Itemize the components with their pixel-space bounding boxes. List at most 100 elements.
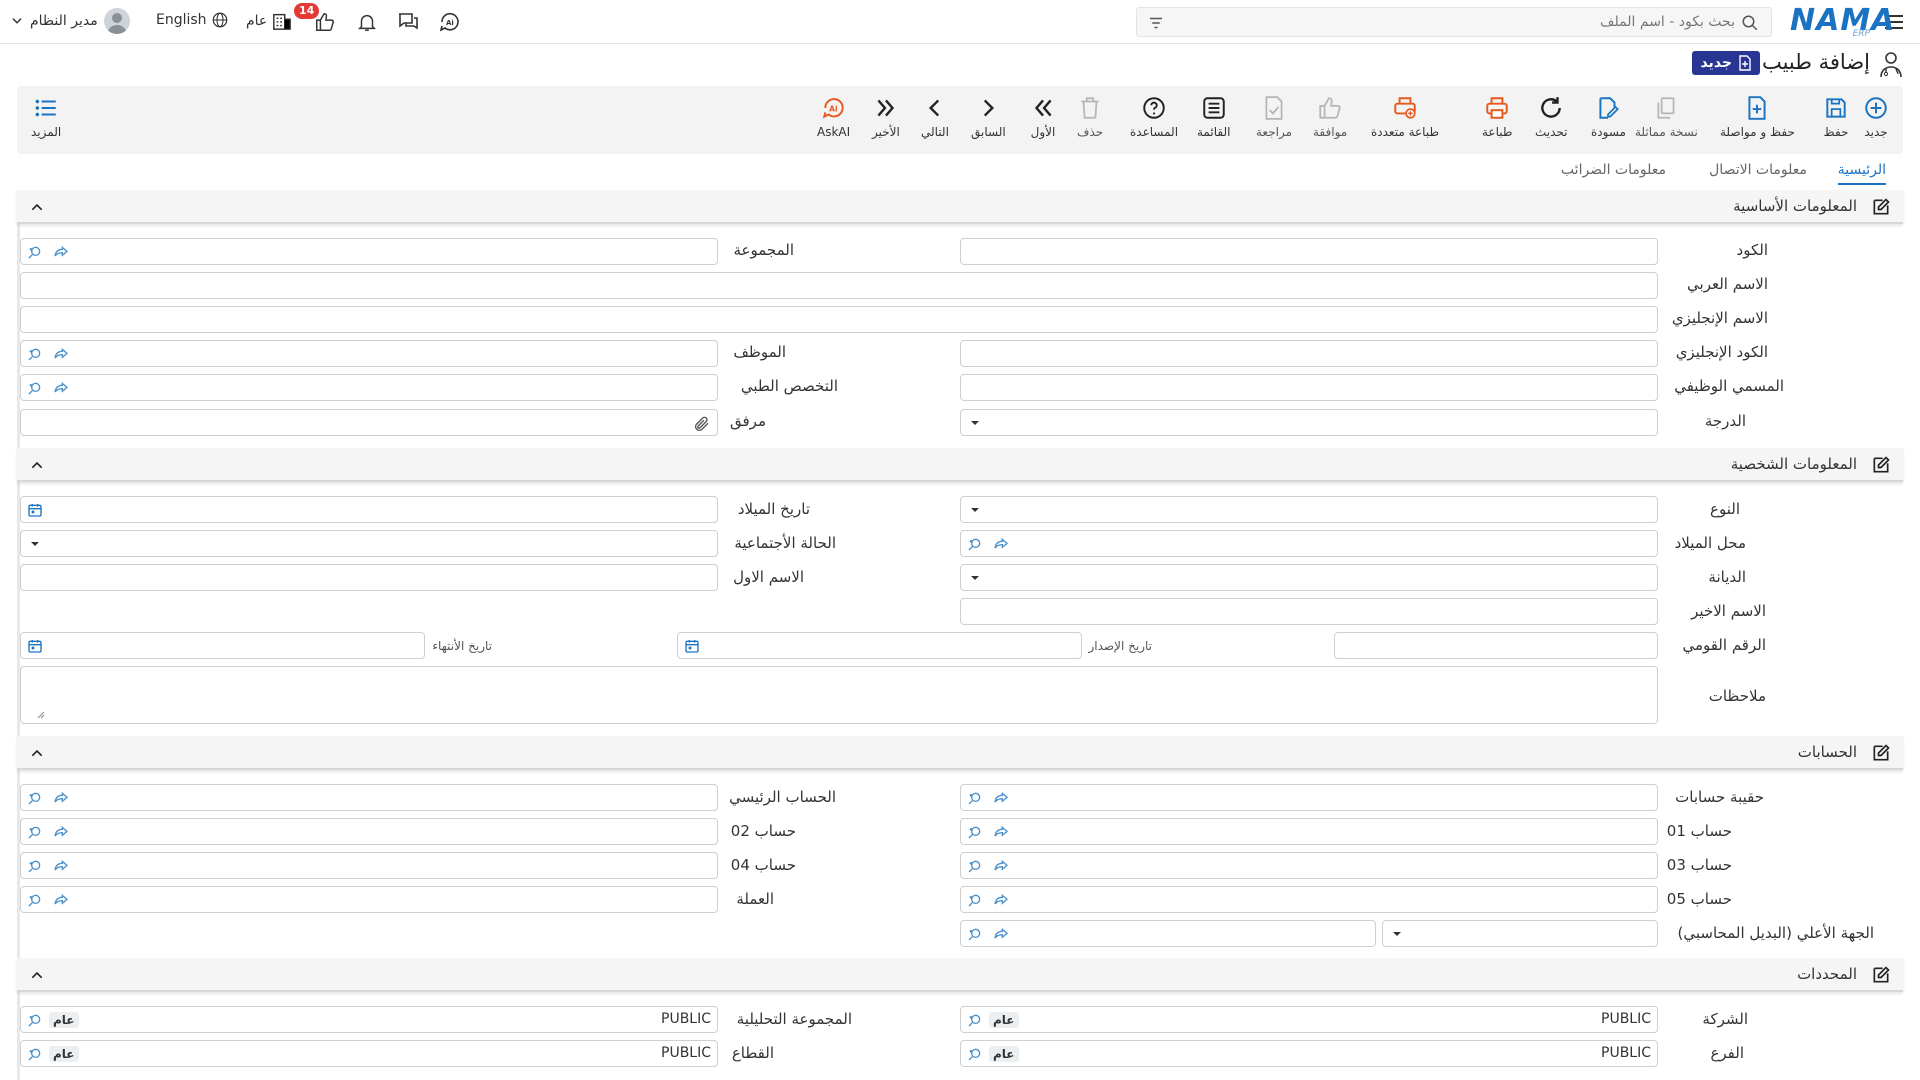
last-name-field[interactable] [960, 598, 1658, 625]
delete-button[interactable]: حذف [1077, 94, 1103, 150]
birth-place-field[interactable] [960, 530, 1658, 557]
search-lookup-icon[interactable] [27, 244, 43, 260]
search-lookup-icon[interactable] [27, 790, 43, 806]
previous-button[interactable]: السابق [971, 94, 1006, 150]
company-field[interactable]: عام PUBLIC [960, 1006, 1658, 1033]
account-bag-field[interactable] [960, 784, 1658, 811]
user-menu[interactable]: مدير النظام [10, 8, 130, 34]
account-02-field[interactable] [20, 818, 718, 845]
branch-field[interactable]: عام PUBLIC [960, 1040, 1658, 1067]
account-04-field[interactable] [20, 852, 718, 879]
filter-icon[interactable] [1147, 14, 1165, 32]
currency-field[interactable] [20, 886, 718, 913]
more-button[interactable]: المزيد [31, 94, 61, 150]
search-lookup-icon[interactable] [27, 346, 43, 362]
new-button[interactable]: جديد [1863, 94, 1889, 150]
first-name-field[interactable] [20, 564, 718, 591]
bell-icon[interactable] [356, 11, 378, 33]
degree-select[interactable] [960, 409, 1658, 436]
marital-status-select[interactable] [20, 530, 718, 557]
next-button[interactable]: التالي [921, 94, 949, 150]
share-link-icon[interactable] [993, 858, 1009, 874]
approve-button[interactable]: موافقة [1313, 94, 1347, 150]
expiry-date-field[interactable] [20, 632, 425, 659]
search-lookup-icon[interactable] [967, 1012, 983, 1028]
askai-button[interactable]: Ai AskAI [817, 94, 850, 150]
share-link-icon[interactable] [993, 790, 1009, 806]
gender-select[interactable] [960, 496, 1658, 523]
analytic-group-field[interactable]: عام PUBLIC [20, 1006, 718, 1033]
tab-contact-info[interactable]: معلومات الاتصال [1709, 162, 1807, 183]
calendar-icon[interactable] [684, 638, 700, 654]
chevron-up-icon[interactable] [29, 745, 45, 761]
share-link-icon[interactable] [993, 892, 1009, 908]
search-lookup-icon[interactable] [27, 380, 43, 396]
help-button[interactable]: المساعدة [1130, 94, 1178, 150]
nama-logo[interactable]: NAMA ERP [1790, 3, 1894, 39]
search-lookup-icon[interactable] [27, 858, 43, 874]
tab-tax-info[interactable]: معلومات الضرائب [1561, 162, 1666, 183]
search-lookup-icon[interactable] [27, 892, 43, 908]
draft-button[interactable]: مسودة [1591, 94, 1626, 150]
parent-entity-field[interactable] [960, 920, 1376, 947]
main-account-field[interactable] [20, 784, 718, 811]
employee-field[interactable] [20, 340, 718, 367]
chevron-up-icon[interactable] [29, 967, 45, 983]
review-button[interactable]: مراجعة [1256, 94, 1292, 150]
language-switcher[interactable]: English [156, 11, 229, 29]
calendar-icon[interactable] [27, 502, 43, 518]
birth-date-field[interactable] [20, 496, 718, 523]
religion-select[interactable] [960, 564, 1658, 591]
search-lookup-icon[interactable] [27, 1012, 43, 1028]
chevron-up-icon[interactable] [29, 457, 45, 473]
search-lookup-icon[interactable] [27, 1046, 43, 1062]
account-01-field[interactable] [960, 818, 1658, 845]
account-03-field[interactable] [960, 852, 1658, 879]
chat-icon[interactable] [396, 11, 420, 33]
duplicate-button[interactable]: نسخة مماثلة [1635, 94, 1698, 150]
print-button[interactable]: طباعة [1482, 94, 1512, 150]
english-name-field[interactable] [20, 306, 1658, 333]
list-button[interactable]: القائمة [1197, 94, 1230, 150]
resize-handle-icon[interactable] [37, 711, 45, 719]
calendar-icon[interactable] [27, 638, 43, 654]
paperclip-icon[interactable] [693, 415, 711, 433]
share-link-icon[interactable] [993, 824, 1009, 840]
first-button[interactable]: الأول [1030, 94, 1056, 150]
share-link-icon[interactable] [53, 346, 69, 362]
english-code-field[interactable] [960, 340, 1658, 367]
search-lookup-icon[interactable] [967, 1046, 983, 1062]
specialty-field[interactable] [20, 374, 718, 401]
search-icon[interactable] [1741, 14, 1759, 32]
group-field[interactable] [20, 238, 718, 265]
notes-textarea[interactable] [20, 666, 1658, 724]
save-button[interactable]: حفظ [1823, 94, 1849, 150]
share-link-icon[interactable] [993, 926, 1009, 942]
account-05-field[interactable] [960, 886, 1658, 913]
search-lookup-icon[interactable] [967, 824, 983, 840]
search-lookup-icon[interactable] [967, 536, 983, 552]
refresh-button[interactable]: تحديث [1535, 94, 1568, 150]
national-id-field[interactable] [1334, 632, 1658, 659]
share-link-icon[interactable] [53, 858, 69, 874]
last-button[interactable]: الأخير [872, 94, 900, 150]
arabic-name-field[interactable] [20, 272, 1658, 299]
share-link-icon[interactable] [53, 824, 69, 840]
search-lookup-icon[interactable] [27, 824, 43, 840]
multi-print-button[interactable]: طباعة متعددة [1371, 94, 1439, 150]
share-link-icon[interactable] [993, 536, 1009, 552]
chevron-up-icon[interactable] [29, 199, 45, 215]
search-lookup-icon[interactable] [967, 892, 983, 908]
issue-date-field[interactable] [677, 632, 1082, 659]
share-link-icon[interactable] [53, 892, 69, 908]
attachment-field[interactable] [20, 409, 718, 436]
search-lookup-icon[interactable] [967, 926, 983, 942]
job-title-field[interactable] [960, 374, 1658, 401]
search-lookup-icon[interactable] [967, 790, 983, 806]
share-link-icon[interactable] [53, 244, 69, 260]
fiscal-year-selector[interactable]: عام [246, 11, 293, 31]
save-continue-button[interactable]: حفظ و مواصلة [1720, 94, 1795, 150]
tab-main[interactable]: الرئيسية [1837, 162, 1886, 185]
parent-entity-type-select[interactable] [1382, 920, 1658, 947]
search-input[interactable] [1181, 12, 1735, 32]
